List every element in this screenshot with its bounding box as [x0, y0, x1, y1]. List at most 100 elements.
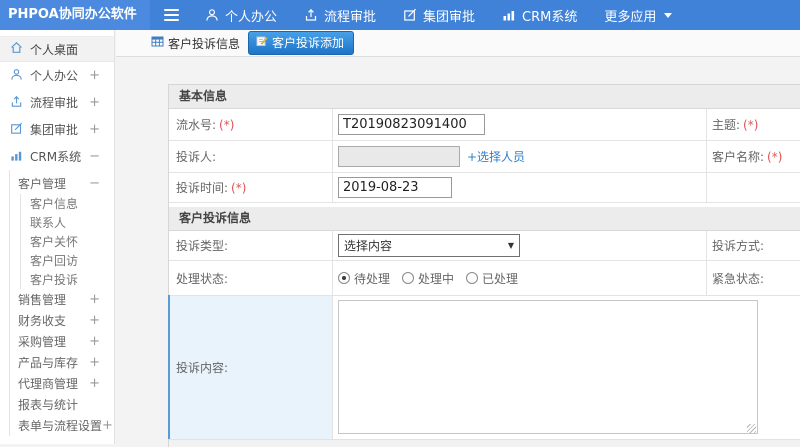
expand-toggle: +	[89, 292, 100, 307]
select-value: 选择内容	[344, 239, 393, 253]
tab-label: 客户投诉添加	[272, 36, 345, 50]
empty-cell	[707, 173, 800, 202]
time-label-cell: 投诉时间: (*)	[169, 173, 333, 202]
sidebar-item-contacts[interactable]: 联系人	[21, 213, 114, 232]
edit-square-icon	[10, 122, 23, 138]
sidebar-item-label: 采购管理	[18, 335, 67, 349]
user-icon	[10, 68, 23, 84]
sidebar-item-customer-info[interactable]: 客户信息	[21, 194, 114, 213]
top-navbar: PHPOA协同办公软件 个人办公 流程审批 集团审批 CRM系统 更多应用	[0, 0, 800, 30]
radio-processed[interactable]: 已处理	[466, 270, 518, 287]
nav-personal-office[interactable]: 个人办公	[205, 6, 277, 25]
edit-square-icon	[403, 8, 417, 22]
expand-toggle: +	[89, 376, 100, 391]
nav-label: 集团审批	[423, 9, 476, 25]
sidebar-item-label: 客户回访	[30, 254, 79, 268]
row-serial-number: 流水号: (*) 主题: (*)	[169, 109, 800, 141]
nav-more-apps[interactable]: 更多应用	[604, 6, 673, 25]
tab-complaint-add[interactable]: 客户投诉添加	[248, 31, 355, 55]
complaint-type-select[interactable]: 选择内容 ▼	[338, 234, 520, 257]
urgency-label-cell: 紧急状态:	[707, 261, 800, 295]
sidebar-item-label: CRM系统	[30, 150, 82, 164]
sidebar-item-customer-management[interactable]: 客户管理 −	[10, 172, 114, 194]
sidebar-item-label: 联系人	[30, 216, 67, 230]
sidebar-item-crm-system[interactable]: CRM系统 −	[0, 143, 114, 170]
sidebar-item-label: 产品与库存	[18, 356, 79, 370]
customer-name-label-cell: 客户名称: (*)	[707, 141, 800, 172]
sidebar-item-finance[interactable]: 财务收支 +	[10, 310, 114, 331]
serial-number-input[interactable]	[338, 114, 485, 135]
sidebar-item-label: 表单与流程设置	[18, 419, 103, 433]
content-label-cell: 投诉内容:	[169, 296, 333, 439]
sidebar-item-sales-management[interactable]: 销售管理 +	[10, 289, 114, 310]
app-logo: PHPOA协同办公软件	[0, 0, 150, 30]
expand-toggle: +	[89, 122, 100, 137]
complaint-add-form: 基本信息 流水号: (*) 主题: (*) 投诉人: +选择人员 客户名称: (…	[168, 84, 800, 447]
sidebar-item-customer-complaint[interactable]: 客户投诉	[21, 270, 114, 289]
row-complaint-type: 投诉类型: 选择内容 ▼ 投诉方式:	[169, 231, 800, 261]
sidebar-item-label: 报表与统计	[18, 398, 79, 412]
sidebar-item-label: 销售管理	[18, 293, 67, 307]
sidebar-item-personal-office[interactable]: 个人办公 +	[0, 62, 114, 89]
nav-label: 流程审批	[324, 9, 377, 25]
focus-edge	[168, 295, 170, 439]
nav-label: 个人办公	[225, 9, 278, 25]
sidebar-item-label: 流程审批	[30, 96, 79, 110]
expand-toggle: +	[89, 313, 100, 328]
caret-down-icon	[664, 12, 673, 18]
sidebar-item-purchasing[interactable]: 采购管理 +	[10, 331, 114, 352]
sidebar-item-customer-revisit[interactable]: 客户回访	[21, 251, 114, 270]
sidebar-item-group-approval[interactable]: 集团审批 +	[0, 116, 114, 143]
sidebar-item-reports-statistics[interactable]: 报表与统计	[10, 394, 114, 415]
sidebar-item-label: 个人桌面	[30, 42, 79, 57]
tab-complaint-list[interactable]: 客户投诉信息	[151, 35, 240, 52]
top-menu: 个人办公 流程审批 集团审批 CRM系统 更多应用	[205, 6, 673, 25]
sidebar-item-workflow-approval[interactable]: 流程审批 +	[0, 89, 114, 116]
nav-workflow-approval[interactable]: 流程审批	[304, 6, 376, 25]
radio-label: 处理中	[418, 271, 455, 286]
serial-field-cell	[333, 109, 707, 140]
bar-chart-icon	[10, 149, 23, 165]
nav-label: CRM系统	[522, 9, 578, 25]
user-icon	[205, 8, 219, 22]
radio-processing[interactable]: 处理中	[402, 270, 454, 287]
required-mark: (*)	[743, 117, 759, 132]
row-complaint-content: 投诉内容:	[168, 295, 800, 440]
nav-crm-system[interactable]: CRM系统	[502, 6, 577, 25]
hamburger-menu-icon[interactable]	[164, 9, 179, 21]
content-tab-bar: 客户投诉信息 客户投诉添加	[116, 30, 800, 57]
sidebar-item-products-inventory[interactable]: 产品与库存 +	[10, 352, 114, 373]
nav-group-approval[interactable]: 集团审批	[403, 6, 475, 25]
complainant-input[interactable]	[338, 146, 460, 167]
sidebar-item-form-workflow-settings[interactable]: 表单与流程设置 +	[10, 415, 114, 436]
radio-label: 待处理	[354, 271, 391, 286]
collapse-toggle: −	[89, 175, 100, 191]
complaint-date-input[interactable]	[338, 177, 452, 198]
sidebar-item-label: 客户管理	[18, 176, 67, 191]
select-person-link[interactable]: +选择人员	[467, 148, 525, 165]
required-mark: (*)	[767, 149, 783, 164]
required-mark: (*)	[231, 180, 247, 195]
sidebar-item-label: 客户关怀	[30, 235, 79, 249]
home-icon	[10, 41, 23, 57]
customer-submenu: 客户信息 联系人 客户关怀 客户回访 客户投诉	[20, 194, 114, 289]
required-mark: (*)	[219, 117, 235, 132]
status-radio-group: 待处理 处理中 已处理	[338, 270, 518, 287]
radio-pending[interactable]: 待处理	[338, 270, 390, 287]
expand-toggle: +	[89, 355, 100, 370]
field-label: 投诉人:	[176, 150, 217, 164]
collapse-toggle: −	[89, 149, 100, 164]
method-label-cell: 投诉方式:	[707, 231, 800, 260]
sidebar-item-personal-desktop[interactable]: 个人桌面	[0, 36, 114, 62]
caret-down-icon: ▼	[507, 241, 514, 250]
sidebar: 个人桌面 个人办公 + 流程审批 + 集团审批 + CRM系统 − 客户管理 −…	[0, 30, 115, 444]
status-field-cell: 待处理 处理中 已处理	[333, 261, 707, 295]
sidebar-item-agent-management[interactable]: 代理商管理 +	[10, 373, 114, 394]
expand-toggle: +	[89, 334, 100, 349]
sidebar-item-customer-care[interactable]: 客户关怀	[21, 232, 114, 251]
complaint-content-textarea[interactable]	[338, 300, 758, 434]
field-label: 紧急状态:	[712, 271, 765, 286]
content-field-cell	[333, 296, 800, 439]
sidebar-item-label: 财务收支	[18, 314, 67, 328]
expand-toggle: +	[89, 95, 100, 110]
